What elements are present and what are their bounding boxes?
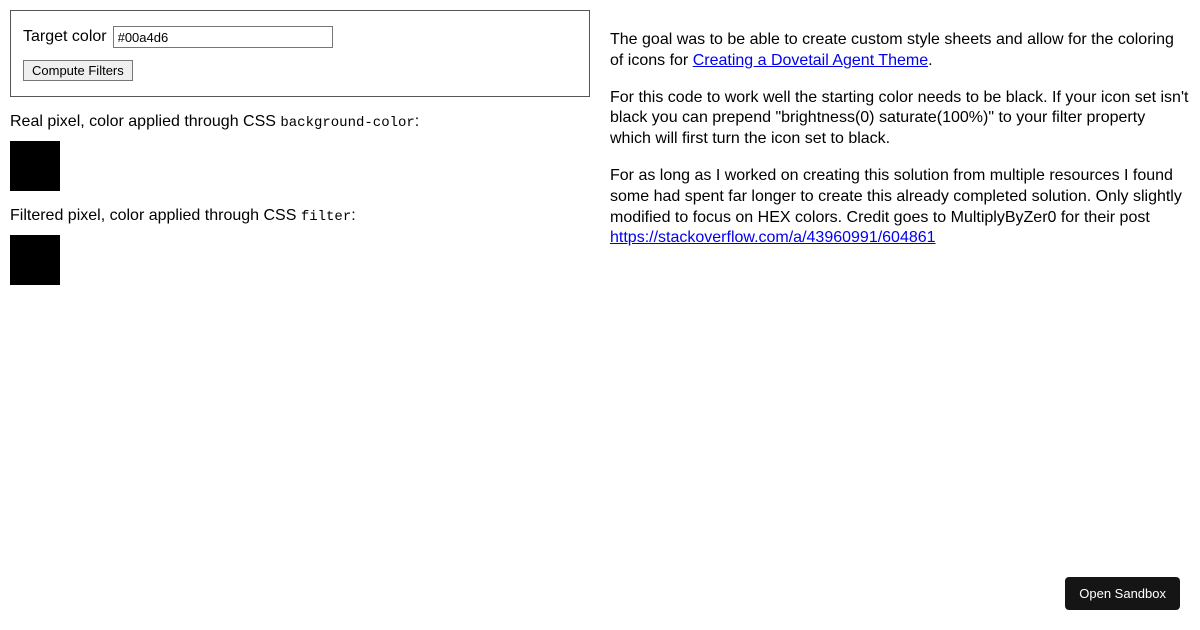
colon-1: : xyxy=(415,113,419,130)
open-sandbox-button[interactable]: Open Sandbox xyxy=(1065,577,1180,610)
compute-filters-button[interactable]: Compute Filters xyxy=(23,60,133,81)
description-p1: The goal was to be able to create custom… xyxy=(610,30,1190,72)
real-pixel-text: Real pixel, color applied through CSS xyxy=(10,113,280,130)
target-color-input[interactable] xyxy=(113,26,333,48)
description-p3: For as long as I worked on creating this… xyxy=(610,166,1190,249)
input-panel: Target color Compute Filters xyxy=(10,10,590,97)
target-color-label: Target color xyxy=(23,28,107,46)
filtered-pixel-text: Filtered pixel, color applied through CS… xyxy=(10,207,301,224)
stackoverflow-link[interactable]: https://stackoverflow.com/a/43960991/604… xyxy=(610,229,936,246)
filtered-pixel-swatch xyxy=(10,235,60,285)
p1-suffix: . xyxy=(928,52,932,69)
real-pixel-label: Real pixel, color applied through CSS ba… xyxy=(10,113,590,131)
filter-code: filter xyxy=(301,209,351,225)
real-pixel-swatch xyxy=(10,141,60,191)
p3-prefix: For as long as I worked on creating this… xyxy=(610,167,1182,226)
dovetail-theme-link[interactable]: Creating a Dovetail Agent Theme xyxy=(693,52,928,69)
description-p2: For this code to work well the starting … xyxy=(610,88,1190,150)
description-panel: The goal was to be able to create custom… xyxy=(610,10,1190,297)
background-color-code: background-color xyxy=(280,115,414,131)
filtered-pixel-label: Filtered pixel, color applied through CS… xyxy=(10,207,590,225)
colon-2: : xyxy=(351,207,355,224)
